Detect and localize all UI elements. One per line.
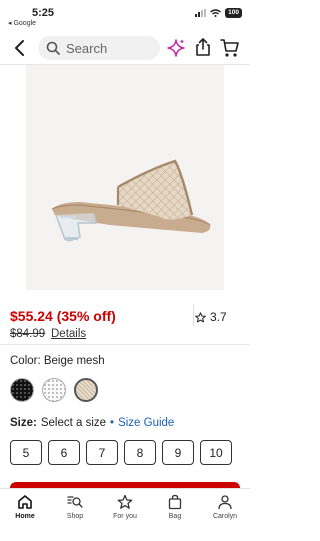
search-icon (46, 41, 60, 55)
size-separator: • (110, 417, 115, 429)
star-icon (117, 494, 133, 509)
swatch-beige[interactable] (74, 378, 98, 402)
bag-icon (168, 494, 182, 510)
original-price: $84.99 (10, 328, 46, 340)
battery-icon: 100 (225, 8, 242, 18)
share-icon[interactable] (193, 37, 213, 57)
back-to-app-link[interactable]: ◂ Google (8, 19, 36, 27)
swatch-black[interactable] (10, 378, 34, 402)
tab-label-for-you: For you (113, 513, 137, 520)
size-option-5[interactable]: 5 (10, 440, 42, 465)
cart-icon[interactable] (219, 37, 241, 59)
details-link[interactable]: Details (51, 328, 86, 340)
status-icons: 100 (195, 8, 242, 18)
tab-label-profile: Carolyn (212, 513, 238, 520)
search-input[interactable]: Search (38, 36, 160, 60)
profile-icon (218, 495, 232, 510)
size-guide-link[interactable]: Size Guide (118, 417, 174, 429)
product-image[interactable] (0, 65, 250, 290)
size-option-6[interactable]: 6 (48, 440, 80, 465)
search-placeholder: Search (66, 40, 108, 56)
size-option-8[interactable]: 8 (124, 440, 156, 465)
status-bar: 5:25 ◂ Google 100 (0, 0, 250, 30)
color-swatches (10, 378, 98, 402)
bottom-tab-bar: Home Shop For you Bag Carolyn (0, 488, 250, 541)
size-label: Size: (10, 417, 37, 429)
tab-home[interactable]: Home (0, 494, 50, 541)
star-outline-icon (195, 311, 206, 322)
sandal-illustration (51, 159, 211, 242)
tab-label-shop: Shop (66, 513, 84, 520)
nav-bar: Search (0, 32, 250, 64)
swatch-white[interactable] (42, 378, 66, 402)
tab-for-you[interactable]: For you (100, 494, 150, 541)
tab-label-home: Home (15, 513, 35, 520)
size-label-row: Size: Select a size • Size Guide (10, 417, 174, 429)
color-label: Color: Beige mesh (10, 355, 105, 367)
tab-bag[interactable]: Bag (150, 494, 200, 541)
size-option-9[interactable]: 9 (162, 440, 194, 465)
sparkle-icon[interactable] (166, 38, 186, 58)
rating-badge[interactable]: 3.7 (195, 306, 240, 328)
status-time: 5:25 (32, 7, 55, 19)
section-divider (0, 344, 250, 345)
size-prompt: Select a size (40, 417, 107, 429)
signal-icon (195, 9, 207, 17)
tab-profile[interactable]: Carolyn (200, 494, 250, 541)
wifi-icon (210, 9, 222, 17)
tab-label-bag: Bag (168, 513, 182, 520)
home-icon (18, 495, 32, 509)
size-option-7[interactable]: 7 (86, 440, 118, 465)
size-option-10[interactable]: 10 (200, 440, 232, 465)
size-options: 5 6 7 8 9 10 (10, 440, 232, 465)
rating-divider (193, 304, 194, 326)
rating-value: 3.7 (210, 310, 227, 324)
back-chevron-icon[interactable] (10, 38, 30, 58)
shop-search-icon (67, 496, 83, 508)
tab-shop[interactable]: Shop (50, 494, 100, 541)
